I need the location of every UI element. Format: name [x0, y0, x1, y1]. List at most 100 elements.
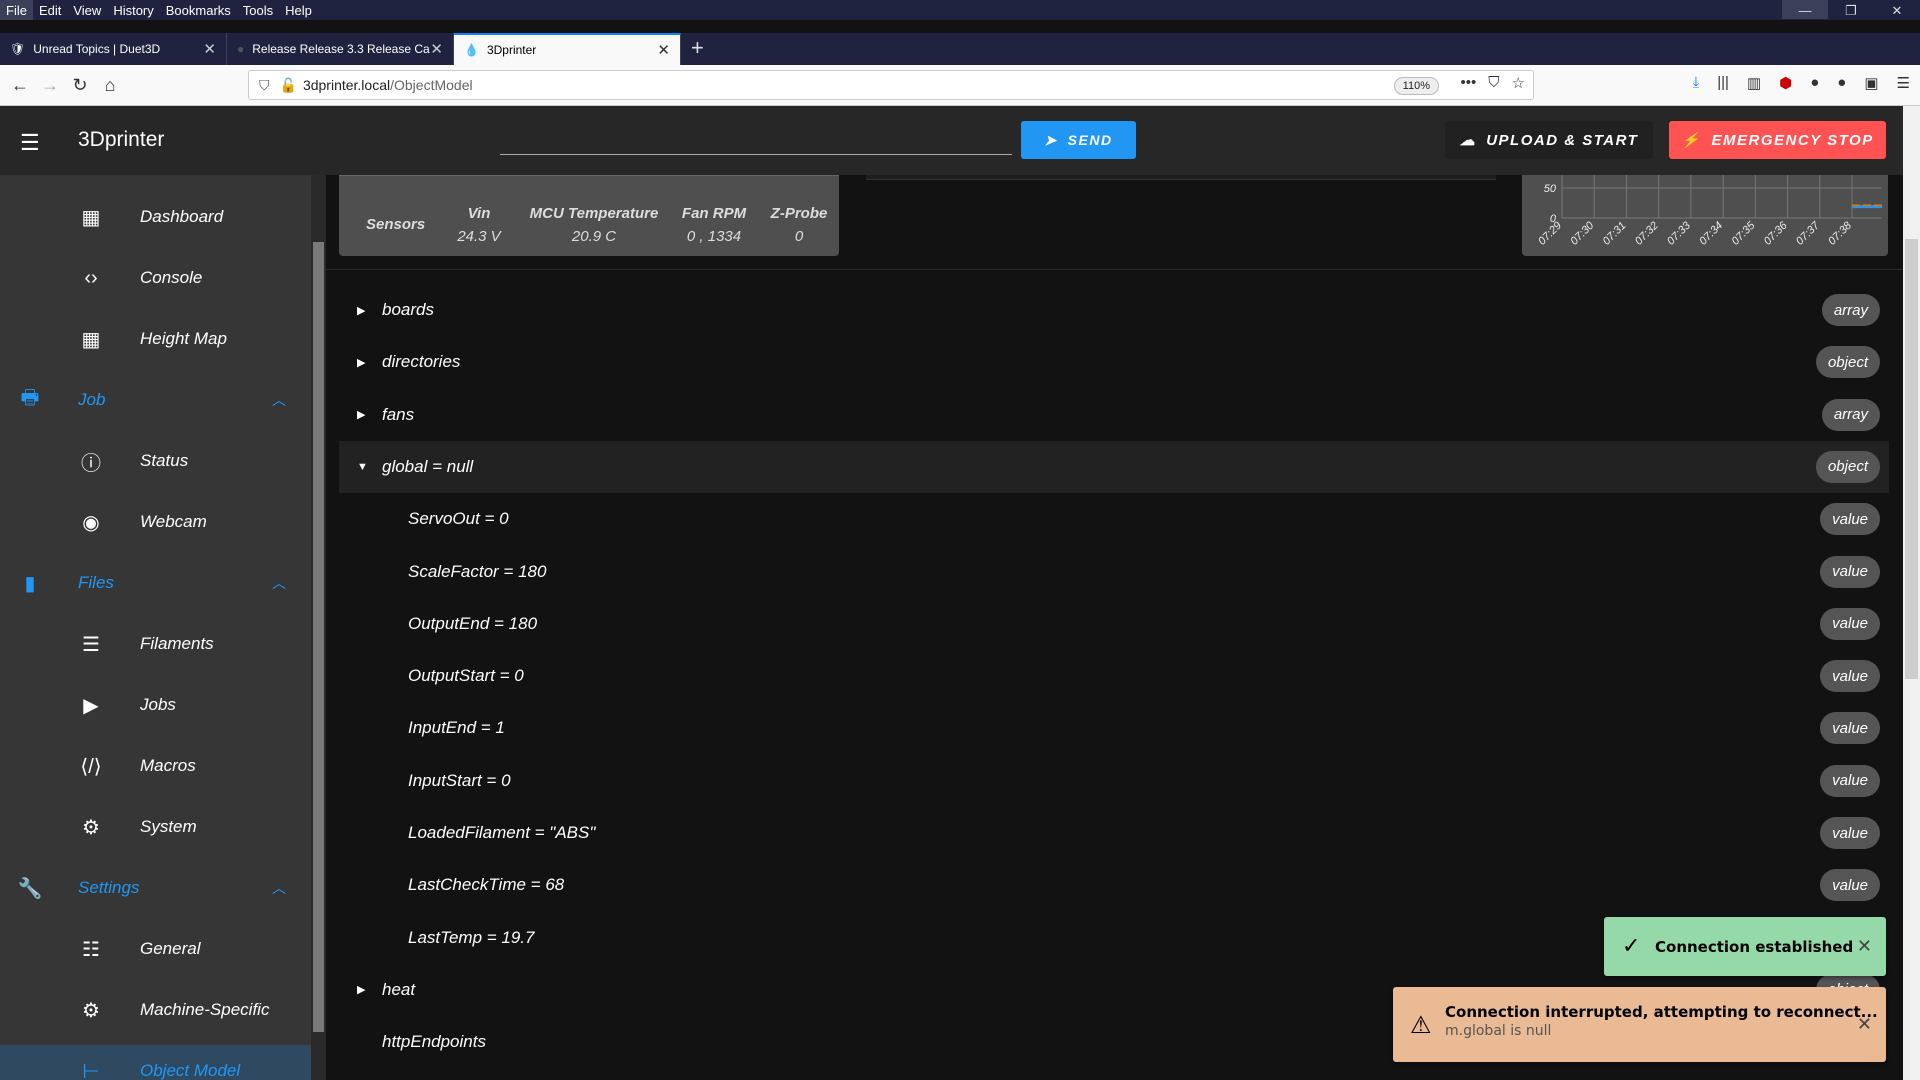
bookmark-star-icon[interactable]: ☆ — [1512, 74, 1525, 92]
tree-row[interactable]: ServoOut = 0 value — [339, 493, 1889, 545]
home-button[interactable]: ⌂ — [95, 75, 125, 96]
tab-3dprinter[interactable]: 💧 3Dprinter ✕ — [454, 33, 681, 65]
scrollbar-thumb[interactable] — [1905, 239, 1918, 679]
duet-favicon-icon: 🛡 — [10, 42, 26, 56]
caret-right-icon[interactable]: ▶ — [357, 304, 365, 317]
library-icon[interactable]: ||| — [1717, 74, 1729, 92]
close-window-button[interactable]: ✕ — [1874, 0, 1920, 19]
menu-edit[interactable]: Edit — [33, 0, 67, 20]
url-bar[interactable]: ⛉ 🔓 3dprinter.local/ObjectModel 110% •••… — [248, 70, 1534, 100]
database-icon: ☰ — [82, 633, 100, 656]
screenshot-icon[interactable]: ▣ — [1864, 74, 1878, 92]
menu-history[interactable]: History — [107, 0, 159, 20]
menu-tools[interactable]: Tools — [237, 0, 279, 20]
tree-row[interactable]: OutputEnd = 180 value — [339, 598, 1889, 650]
sidebar: ▦ Dashboard ‹› Console ▦ Height Map 🖶 Job ︿ ⓘ Stat… — [0, 175, 311, 1080]
zoom-level[interactable]: 110% — [1393, 77, 1439, 95]
sidebar-item-status[interactable]: ⓘ Status — [0, 435, 311, 487]
type-badge: value — [1820, 764, 1880, 797]
sensors-heading: Sensors — [366, 216, 426, 233]
sensors-card: Sensors Vin 24.3 V MCU Temperature 20.9 C … — [339, 175, 839, 256]
sidebar-item-settings[interactable]: 🔧 Settings ︿ — [0, 862, 311, 914]
nav-drawer-toggle-icon[interactable]: ☰ — [20, 130, 40, 156]
sidebar-item-height-map[interactable]: ▦ Height Map — [0, 313, 311, 365]
printer-icon: 🖶 — [20, 387, 40, 409]
adblock-icon[interactable]: ⬢ — [1779, 74, 1792, 92]
pocket-icon[interactable]: ⛉ — [1488, 74, 1499, 92]
sidebar-item-jobs[interactable]: ▶ Jobs — [0, 679, 311, 731]
close-tab-icon[interactable]: ✕ — [657, 41, 670, 59]
close-tab-icon[interactable]: ✕ — [430, 40, 443, 58]
sidebar-item-files[interactable]: ▮ Files ︿ — [0, 557, 311, 609]
x-tick-label: 07:32 — [1633, 220, 1661, 248]
gcode-input[interactable] — [500, 154, 1012, 155]
more-icon[interactable]: ••• — [1461, 74, 1477, 92]
tree-row[interactable]: ▼ global = null object — [339, 440, 1889, 493]
tab-duet3d[interactable]: 🛡 Unread Topics | Duet3D ✕ — [0, 33, 227, 65]
caret-right-icon[interactable]: ▶ — [357, 408, 365, 421]
sidebar-item-general[interactable]: ☷ General — [0, 923, 311, 975]
tree-row[interactable]: ▶ fans array — [339, 389, 1889, 441]
grid-icon: ▦ — [81, 328, 101, 351]
flash-icon: ⚡ — [1681, 132, 1702, 149]
page-scrollbar[interactable] — [1903, 106, 1920, 1080]
y-tick-label: 50 — [1544, 183, 1557, 195]
close-toast-button[interactable]: ✕ — [1857, 936, 1872, 957]
tree-row[interactable]: InputEnd = 1 value — [339, 702, 1889, 754]
extension-badge-icon[interactable]: ● — [1837, 74, 1846, 92]
sidebar-item-machine-specific[interactable]: ⚙ Machine-Specific — [0, 984, 311, 1036]
chevron-up-icon[interactable]: ︿ — [272, 573, 286, 593]
sidebar-item-filaments[interactable]: ☰ Filaments — [0, 618, 311, 670]
menu-file[interactable]: File — [0, 0, 33, 20]
sidebar-item-job[interactable]: 🖶 Job ︿ — [0, 374, 311, 426]
extension-icon[interactable]: ● — [1810, 74, 1819, 92]
back-button[interactable]: ← — [5, 75, 35, 96]
scrollbar-thumb[interactable] — [313, 242, 324, 1032]
send-button[interactable]: ➤ SEND — [1021, 121, 1136, 159]
send-icon: ➤ — [1044, 131, 1058, 148]
chevron-up-icon[interactable]: ︿ — [272, 390, 286, 410]
sidebar-scrollbar[interactable] — [311, 175, 326, 1080]
minimize-button[interactable]: — — [1782, 0, 1828, 19]
macro-icon: ⟨/⟩ — [80, 755, 102, 778]
sidebar-item-dashboard[interactable]: ▦ Dashboard — [0, 191, 311, 243]
close-toast-button[interactable]: ✕ — [1857, 1014, 1872, 1035]
divider — [326, 269, 1903, 270]
tree-row[interactable]: OutputStart = 0 value — [339, 650, 1889, 702]
tree-row[interactable]: LoadedFilament = "ABS" value — [339, 807, 1889, 859]
nav-bar: ← → ↻ ⌂ ⛉ 🔓 3dprinter.local/ObjectModel … — [0, 65, 1920, 106]
new-tab-button[interactable]: + — [681, 33, 714, 65]
tree-row[interactable]: LastCheckTime = 68 value — [339, 859, 1889, 911]
chevron-up-icon[interactable]: ︿ — [272, 878, 286, 898]
emergency-stop-button[interactable]: ⚡ EMERGENCY STOP — [1669, 121, 1886, 159]
upload-start-button[interactable]: ☁ UPLOAD & START — [1445, 121, 1653, 159]
forward-button[interactable]: → — [35, 75, 65, 96]
menu-help[interactable]: Help — [279, 0, 318, 20]
menu-bookmarks[interactable]: Bookmarks — [160, 0, 237, 20]
caret-down-icon[interactable]: ▼ — [357, 461, 368, 473]
tree-row[interactable]: ▶ directories object — [339, 336, 1889, 388]
sensor-vin: Vin 24.3 V — [457, 205, 501, 245]
sidebar-item-system[interactable]: ⚙ System — [0, 801, 311, 853]
type-badge: object — [1815, 346, 1880, 379]
sidebar-item-console[interactable]: ‹› Console — [0, 252, 311, 304]
x-tick-label: 07:38 — [1826, 219, 1855, 248]
caret-right-icon[interactable]: ▶ — [357, 356, 365, 369]
sidebar-item-webcam[interactable]: ◉ Webcam — [0, 496, 311, 548]
type-badge: array — [1821, 398, 1880, 431]
tree-row[interactable]: ScaleFactor = 180 value — [339, 546, 1889, 598]
download-icon[interactable]: ⤓ — [1693, 74, 1700, 92]
reload-button[interactable]: ↻ — [65, 75, 95, 96]
tree-row[interactable]: ▶ boards array — [339, 284, 1889, 336]
insecure-lock-icon: 🔓 — [279, 76, 297, 93]
menu-view[interactable]: View — [67, 0, 107, 20]
hamburger-menu-icon[interactable]: ☰ — [1897, 74, 1910, 92]
caret-right-icon[interactable]: ▶ — [357, 983, 365, 996]
tab-release[interactable]: ●Release Release 3.3 Release Candidate✕ — [227, 33, 454, 65]
restore-button[interactable]: ❐ — [1828, 0, 1874, 19]
sidebar-icon[interactable]: ▥ — [1747, 74, 1761, 92]
sidebar-item-macros[interactable]: ⟨/⟩ Macros — [0, 740, 311, 792]
tree-row[interactable]: InputStart = 0 value — [339, 755, 1889, 807]
sidebar-item-object-model[interactable]: ⊢ Object Model — [0, 1045, 311, 1080]
close-tab-icon[interactable]: ✕ — [203, 40, 216, 58]
